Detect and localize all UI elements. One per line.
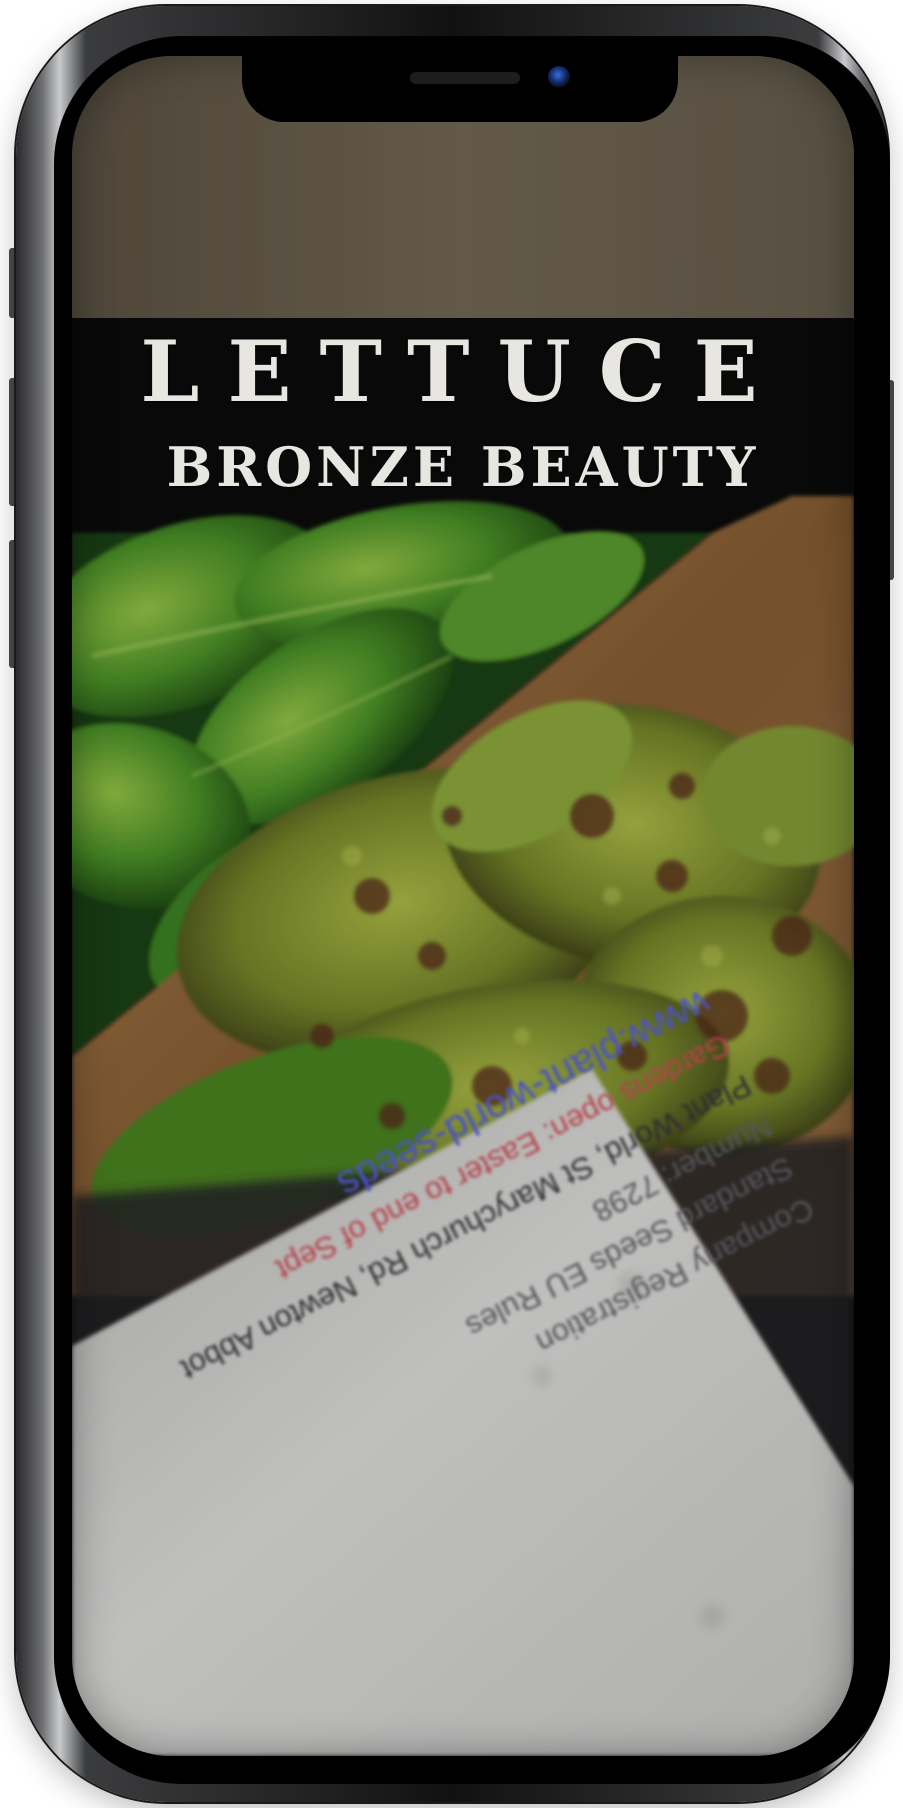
earpiece-speaker (410, 72, 520, 84)
packet-title: Lettuce (140, 322, 786, 421)
packet-variety: Bronze Beauty (166, 435, 760, 499)
notch (242, 56, 678, 122)
screenshot: Lettuce Bronze Beauty Company Registrati… (0, 0, 903, 1808)
packet-title-block: Lettuce Bronze Beauty (72, 316, 854, 526)
front-camera-icon (548, 66, 570, 88)
